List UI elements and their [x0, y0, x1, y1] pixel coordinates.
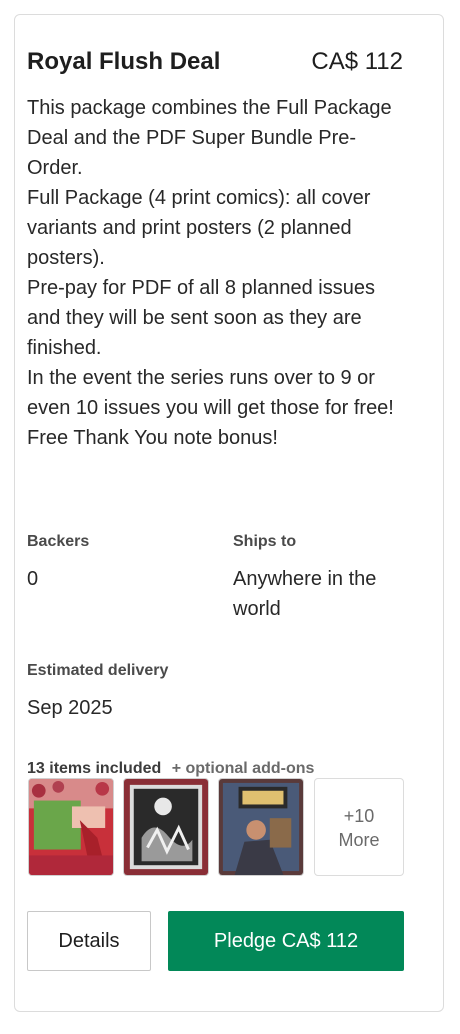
items-included-row: 13 items included + optional add-ons: [27, 760, 314, 778]
backers-label: Backers: [27, 533, 90, 550]
item-thumbnail[interactable]: [123, 778, 209, 876]
description-line: This package combines the Full Package D…: [27, 97, 392, 179]
item-thumbnail[interactable]: [218, 778, 304, 876]
comic-cover-image: [124, 779, 208, 875]
optional-addons-label: + optional add-ons: [171, 760, 315, 777]
more-items-label: More: [338, 830, 380, 850]
reward-header: Royal Flush Deal CA$ 112: [27, 48, 403, 82]
description-line: In the event the series runs over to 9 o…: [27, 367, 394, 419]
items-included-count: 13 items included: [27, 760, 162, 777]
reward-description: This package combines the Full Package D…: [27, 93, 407, 453]
comic-cover-image: [29, 779, 113, 875]
comic-cover-image: [219, 779, 303, 875]
reward-title: Royal Flush Deal: [27, 48, 221, 75]
description-line: Free Thank You note bonus!: [27, 427, 278, 449]
pledge-button[interactable]: Pledge CA$ 112: [168, 911, 404, 971]
more-items-count: +10: [343, 806, 375, 826]
reward-price: CA$ 112: [311, 48, 403, 75]
item-thumbnail[interactable]: [28, 778, 114, 876]
description-line: Pre-pay for PDF of all 8 planned issues …: [27, 277, 375, 359]
details-button[interactable]: Details: [27, 911, 151, 971]
estimated-delivery-value: Sep 2025: [27, 697, 113, 719]
ships-to-value: Anywhere in the world: [233, 568, 377, 620]
ships-to-label: Ships to: [233, 533, 297, 550]
description-line: Full Package (4 print comics): all cover…: [27, 187, 371, 269]
estimated-delivery-label: Estimated delivery: [27, 662, 169, 679]
backers-value: 0: [27, 568, 39, 590]
more-items-tile[interactable]: +10 More: [314, 778, 404, 876]
